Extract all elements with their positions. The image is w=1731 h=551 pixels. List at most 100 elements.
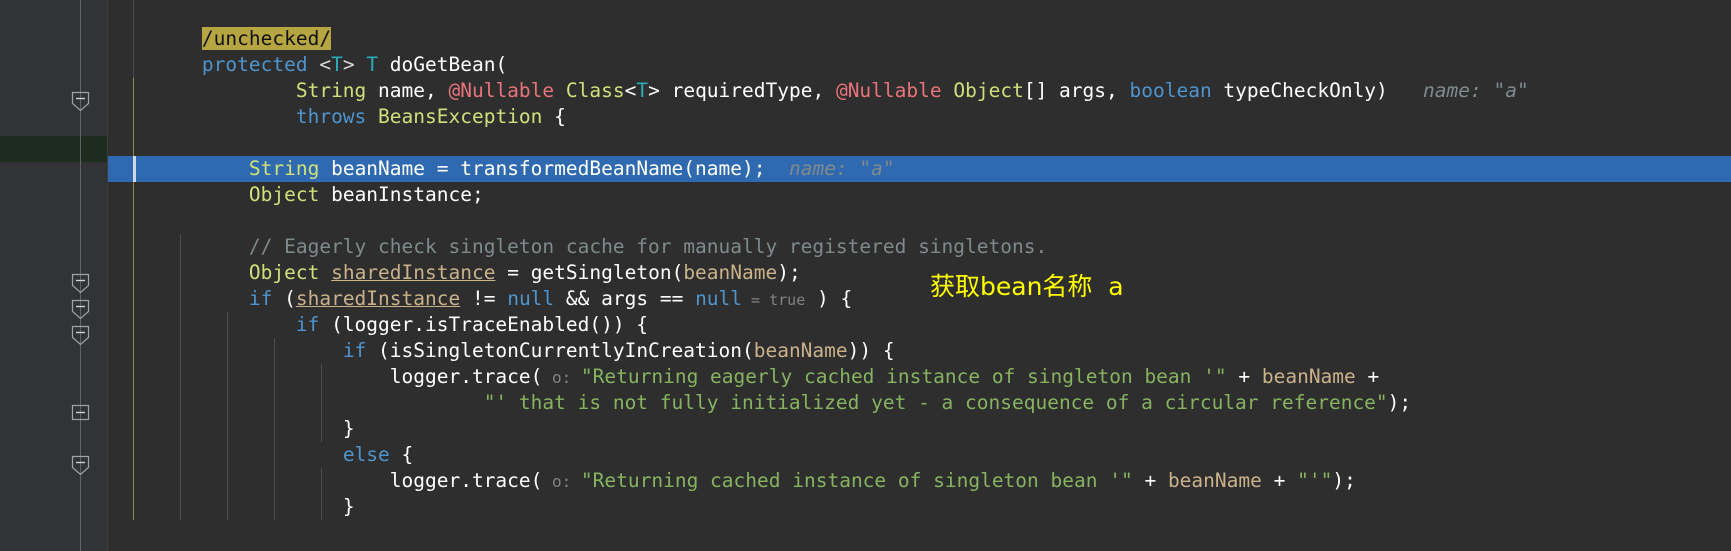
code-token: T (331, 53, 343, 76)
code-token: { (542, 105, 566, 128)
indent-guide (320, 494, 322, 520)
fold-marker-if-2-icon[interactable] (66, 296, 95, 322)
code-line[interactable]: throws BeansException { (108, 104, 1731, 130)
code-line[interactable]: "' that is not fully initialized yet - a… (108, 390, 1731, 416)
code-token: else (342, 443, 390, 466)
code-token: String (295, 79, 367, 102)
code-token: [] args, (1023, 79, 1130, 102)
code-token: name, (366, 79, 449, 102)
code-token: name: "a" (788, 157, 895, 180)
code-token: beanName (683, 261, 778, 284)
code-line[interactable] (108, 130, 1731, 156)
indent-guide (133, 182, 135, 208)
code-token: if (342, 339, 367, 362)
indent-guide (227, 312, 229, 338)
indent-guide (133, 494, 135, 520)
indent-guide (133, 234, 135, 260)
code-line[interactable]: // Eagerly check singleton cache for man… (108, 234, 1731, 260)
indent-guide (274, 416, 276, 442)
indent-guide (180, 312, 182, 338)
code-token: + (1261, 469, 1298, 492)
indent-guide (227, 390, 229, 416)
code-line[interactable]: else { (108, 442, 1731, 468)
code-line[interactable]: /unchecked/ (108, 26, 1731, 52)
code-token: ); (777, 261, 801, 284)
indent-guide (320, 416, 322, 442)
code-token: "Returning eagerly cached instance of si… (580, 365, 1227, 388)
code-line[interactable]: logger.trace( o: "Returning eagerly cach… (108, 364, 1731, 390)
code-token: } (342, 417, 355, 440)
code-token: (logger.isTraceEnabled()) { (319, 313, 649, 336)
code-token: && args == (554, 287, 696, 310)
indent-guide (274, 494, 276, 520)
code-line[interactable]: if (isSingletonCurrentlyInCreation(beanN… (108, 338, 1731, 364)
indent-guide (133, 208, 135, 234)
code-token: Object (248, 183, 320, 206)
code-token: != (460, 287, 508, 310)
code-line[interactable]: if (logger.isTraceEnabled()) { (108, 312, 1731, 338)
indent-guide (227, 494, 229, 520)
indent-guide (180, 338, 182, 364)
code-token: beanName (1261, 365, 1356, 388)
indent-guide (133, 26, 135, 52)
indent-guide (133, 442, 135, 468)
fold-marker-method-icon[interactable] (66, 88, 95, 114)
indent-guide (180, 390, 182, 416)
code-line[interactable]: } (108, 494, 1731, 520)
code-token: String (248, 157, 320, 180)
code-line-selected[interactable]: String beanName = transformedBeanName(na… (108, 156, 1731, 182)
fold-marker-if-3-icon[interactable] (66, 322, 95, 348)
indent-guide (274, 442, 276, 468)
indent-guide (180, 364, 182, 390)
code-line[interactable]: } (108, 416, 1731, 442)
indent-guide (180, 494, 182, 520)
editor-gutter[interactable] (0, 0, 108, 551)
fold-marker-block-4-icon[interactable] (66, 400, 95, 426)
code-token: = (436, 157, 461, 180)
indent-guide (180, 442, 182, 468)
fold-marker-block-5-icon[interactable] (66, 452, 95, 478)
indent-guide (180, 234, 182, 260)
code-token: } (342, 495, 355, 518)
indent-guide (227, 364, 229, 390)
indent-guide (133, 338, 135, 364)
indent-guide (320, 364, 322, 390)
indent-guide (227, 442, 229, 468)
indent-guide (227, 416, 229, 442)
code-line[interactable] (108, 208, 1731, 234)
code-line[interactable] (108, 0, 1731, 26)
code-token: boolean (1129, 79, 1212, 102)
indent-guide (133, 364, 135, 390)
code-token: logger.trace( (389, 469, 543, 492)
yellow-note-annotation: 获取bean名称 a (930, 272, 1124, 301)
code-line[interactable]: Object beanInstance; (108, 182, 1731, 208)
indent-guide (133, 286, 135, 312)
fold-marker-if-1-icon[interactable] (66, 270, 95, 296)
indent-guide (274, 390, 276, 416)
code-token: )) { (847, 339, 895, 362)
code-line[interactable]: protected <T> T doGetBean( (108, 52, 1731, 78)
code-token: BeansException (378, 105, 543, 128)
code-editor[interactable]: /unchecked/ protected <T> T doGetBean( S… (0, 0, 1731, 551)
code-token: > (342, 53, 367, 76)
code-content[interactable]: /unchecked/ protected <T> T doGetBean( S… (108, 0, 1731, 551)
code-line[interactable]: if (sharedInstance != null && args == nu… (108, 286, 1731, 312)
code-token: Class (565, 79, 625, 102)
code-token: "Returning cached instance of singleton … (580, 469, 1133, 492)
code-line[interactable]: Object sharedInstance = getSingleton(bea… (108, 260, 1731, 286)
code-line[interactable]: String name, @Nullable Class<T> required… (108, 78, 1731, 104)
code-line[interactable]: logger.trace( o: "Returning cached insta… (108, 468, 1731, 494)
code-token: ); (1332, 469, 1356, 492)
